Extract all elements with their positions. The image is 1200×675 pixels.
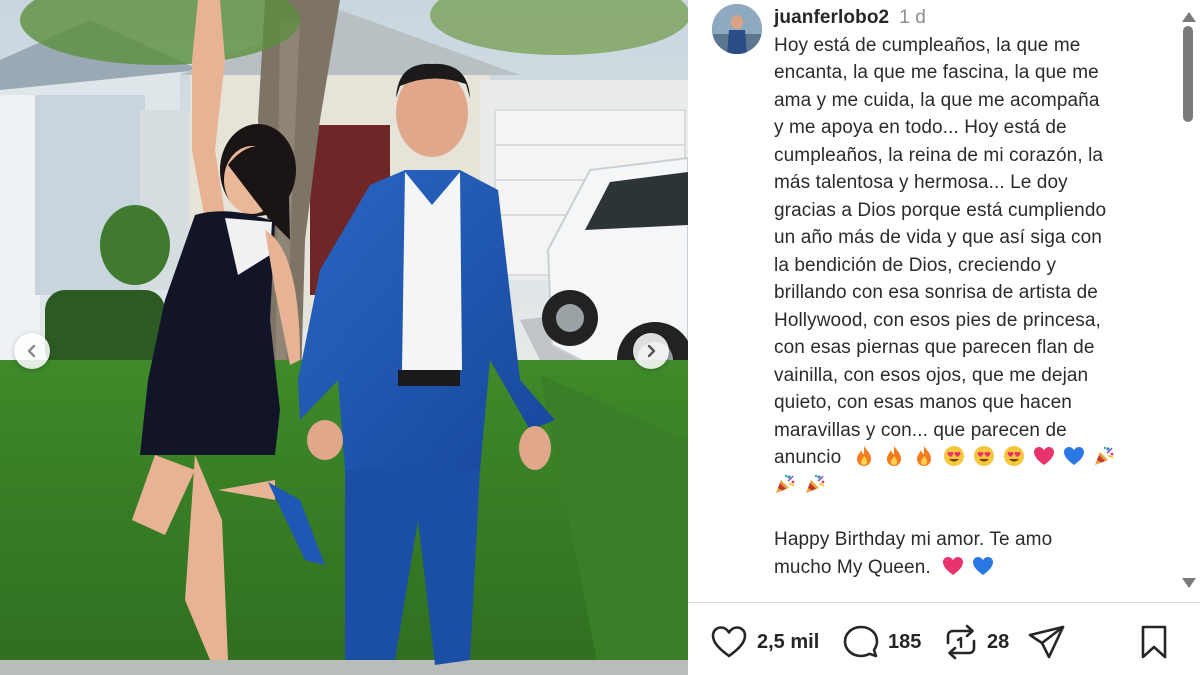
like-count: 2,5 mil (757, 630, 820, 653)
pink-heart-emoji (1033, 445, 1055, 467)
heart-outline-icon (711, 626, 747, 658)
carousel-next-button[interactable] (633, 333, 669, 369)
caption-line: encanta, la que me fascina, la que me (774, 62, 1099, 83)
caption-line: Hoy está de cumpleaños, la que me (774, 34, 1081, 56)
fire-emoji (883, 445, 905, 467)
caption-line: brillando con esa sonrisa de artista de (774, 282, 1098, 303)
caption-english-line-1: Happy Birthday mi amor. Te amo (774, 529, 1053, 550)
scroll-up-arrow[interactable] (1182, 12, 1196, 22)
caption-line: vainilla, con esos ojos, que me dejan (774, 364, 1089, 386)
comment-count: 185 (888, 630, 922, 653)
caption-english-text: mucho My Queen. (774, 556, 931, 578)
chevron-right-icon (647, 344, 656, 358)
caption-body: Hoy está de cumpleaños, la que me encanta… (774, 32, 1154, 445)
pink-heart-emoji (942, 555, 964, 577)
caption-line: ama y me cuida, la que me acompaña (774, 89, 1100, 111)
username-link[interactable]: juanferlobo2 (774, 7, 889, 28)
post-actions-bar: 2,5 mil 185 28 (710, 622, 1190, 662)
caption-emoji-line-2 (774, 472, 1154, 500)
post-time: 1 d (899, 7, 926, 28)
chevron-left-icon (27, 344, 36, 358)
party-popper-emoji (1093, 445, 1115, 467)
caption-line: la bendición de Dios, creciendo y (774, 254, 1057, 276)
caption-line: con esas piernas que parecen flan de (774, 337, 1095, 358)
scroll-thumb[interactable] (1183, 26, 1193, 122)
blue-heart-emoji (1063, 445, 1085, 467)
heart-eyes-emoji (1003, 445, 1025, 467)
post-photo (0, 0, 688, 675)
caption-last-word: anuncio (774, 447, 842, 468)
scroll-down-arrow[interactable] (1182, 578, 1196, 588)
carousel-previous-button[interactable] (14, 333, 50, 369)
save-button[interactable] (1138, 622, 1170, 662)
caption-line: Hollywood, con esos pies de princesa, (774, 309, 1101, 331)
repost-button[interactable]: 28 (944, 622, 1009, 662)
heart-eyes-emoji (973, 445, 995, 467)
caption-english-line-2: mucho My Queen. (774, 554, 1154, 582)
comment-button[interactable]: 185 (843, 622, 921, 662)
caption-line: gracias a Dios porque está cumpliendo (774, 199, 1107, 221)
repost-count: 28 (987, 630, 1010, 653)
heart-eyes-emoji (943, 445, 965, 467)
share-button[interactable] (1028, 622, 1066, 662)
bookmark-icon (1141, 625, 1167, 659)
caption-line: un año más de vida y que así siga con (774, 227, 1102, 248)
profile-picture (712, 4, 762, 54)
party-popper-emoji (804, 473, 826, 495)
caption-scrollbar[interactable] (1180, 12, 1196, 592)
fire-emoji (913, 445, 935, 467)
repost-arrows-icon (946, 624, 976, 660)
fire-emoji (853, 445, 875, 467)
actions-divider (688, 602, 1200, 603)
post-side-panel: juanferlobo2 1 d Hoy está de cumpleaños, … (688, 0, 1200, 675)
caption-line: y me apoya en todo... Hoy está de (774, 117, 1067, 138)
couple-photo-illustration (0, 0, 688, 675)
blue-heart-emoji (972, 555, 994, 577)
like-button[interactable]: 2,5 mil (710, 622, 819, 662)
post-caption: juanferlobo2 1 d Hoy está de cumpleaños, … (774, 4, 1154, 581)
caption-line: quieto, con esas manos que hacen (774, 392, 1072, 413)
party-popper-emoji (774, 473, 796, 495)
caption-line: más talentosa y hermosa... Le doy (774, 172, 1068, 193)
speech-bubble-icon (843, 625, 879, 658)
caption-line: cumpleaños, la reina de mi corazón, la (774, 144, 1104, 166)
paper-plane-icon (1028, 625, 1065, 659)
caption-line: maravillas y con... que parecen de (774, 419, 1067, 441)
caption-emoji-line: anuncio (774, 444, 1154, 472)
avatar[interactable] (712, 4, 762, 54)
